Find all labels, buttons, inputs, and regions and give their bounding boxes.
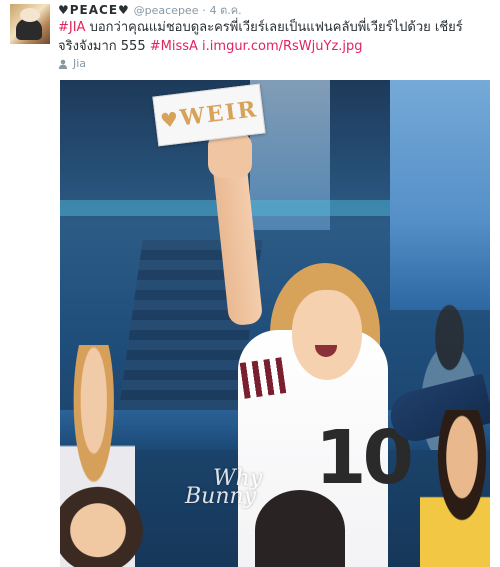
separator-dot: · bbox=[202, 4, 206, 17]
avatar-image-shape bbox=[20, 8, 40, 22]
bystander-figure bbox=[60, 475, 155, 567]
tweet-text: #JIA บอกว่าคุณแม่ชอบดูละครพี่เวียร์เลยเป… bbox=[58, 18, 488, 56]
watermark-line: Bunny bbox=[185, 484, 257, 509]
user-fullname[interactable]: ♥PEACE♥ bbox=[58, 3, 130, 17]
tweet-photo[interactable]: 10 ♥ WEIR Why Bunny bbox=[60, 80, 490, 567]
bystander-figure bbox=[420, 410, 490, 567]
hashtag-link[interactable]: #JIA bbox=[58, 20, 85, 35]
tweet: ♥PEACE♥ @peacepee · 4 ต.ค. #JIA บอกว่าคุ… bbox=[0, 0, 500, 567]
user-handle[interactable]: @peacepee bbox=[134, 4, 199, 17]
tweet-header: ♥PEACE♥ @peacepee · 4 ต.ค. bbox=[58, 2, 242, 19]
sign-text: WEIR bbox=[178, 96, 260, 132]
person-icon bbox=[58, 59, 68, 69]
retweet-user-name[interactable]: Jia bbox=[73, 57, 86, 70]
image-url-link[interactable]: i.imgur.com/RsWjuYz.jpg bbox=[202, 39, 362, 54]
avatar[interactable] bbox=[10, 4, 50, 44]
singer-sleeve bbox=[239, 357, 287, 399]
hashtag-link[interactable]: #MissA bbox=[150, 39, 198, 54]
photo-watermark: Why Bunny bbox=[185, 468, 262, 509]
tweet-timestamp[interactable]: 4 ต.ค. bbox=[210, 4, 242, 17]
retweet-context: Jia bbox=[58, 57, 86, 70]
singer-face bbox=[292, 290, 362, 380]
stage-light bbox=[390, 80, 490, 310]
heart-icon: ♥ bbox=[158, 106, 180, 133]
bystander-head bbox=[255, 490, 345, 567]
